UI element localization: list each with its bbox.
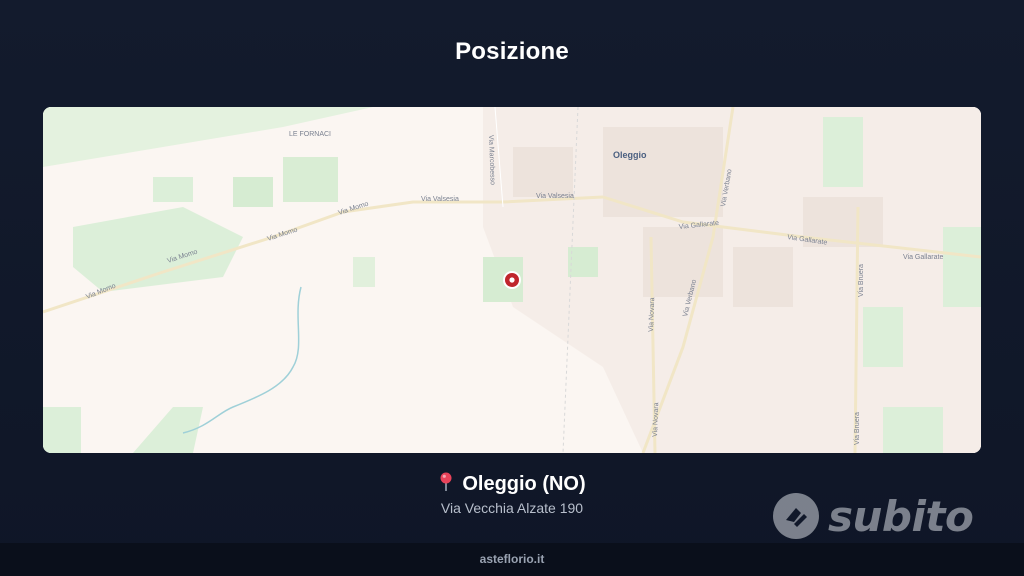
subito-wordmark: subito xyxy=(828,492,974,541)
map-view[interactable]: Oleggio LE FORNACI Via Valsesia Via Vals… xyxy=(43,107,981,453)
map-street-label: Via Bruera xyxy=(854,412,861,445)
footer: asteflorio.it xyxy=(0,543,1024,576)
footer-site-link[interactable]: asteflorio.it xyxy=(480,552,545,566)
page-title: Posizione xyxy=(455,38,569,65)
map-street-label: Via Valsesia xyxy=(421,196,459,203)
map-street-label: Via Novara xyxy=(648,297,656,332)
map-town-label: Oleggio xyxy=(613,150,647,160)
subito-watermark: subito xyxy=(772,490,977,542)
subito-logo-icon xyxy=(773,493,819,539)
map-street-label: Via Bruera xyxy=(858,264,865,297)
location-marker-icon[interactable] xyxy=(503,271,521,289)
round-pushpin-icon xyxy=(440,472,452,491)
map-locality-label: LE FORNACI xyxy=(289,131,331,138)
map-street-label: Via Valsesia xyxy=(536,193,574,200)
map-street-label: Via Gallarate xyxy=(903,254,943,261)
map-street-label: Via Novara xyxy=(652,402,660,437)
location-city: Oleggio (NO) xyxy=(462,473,586,495)
